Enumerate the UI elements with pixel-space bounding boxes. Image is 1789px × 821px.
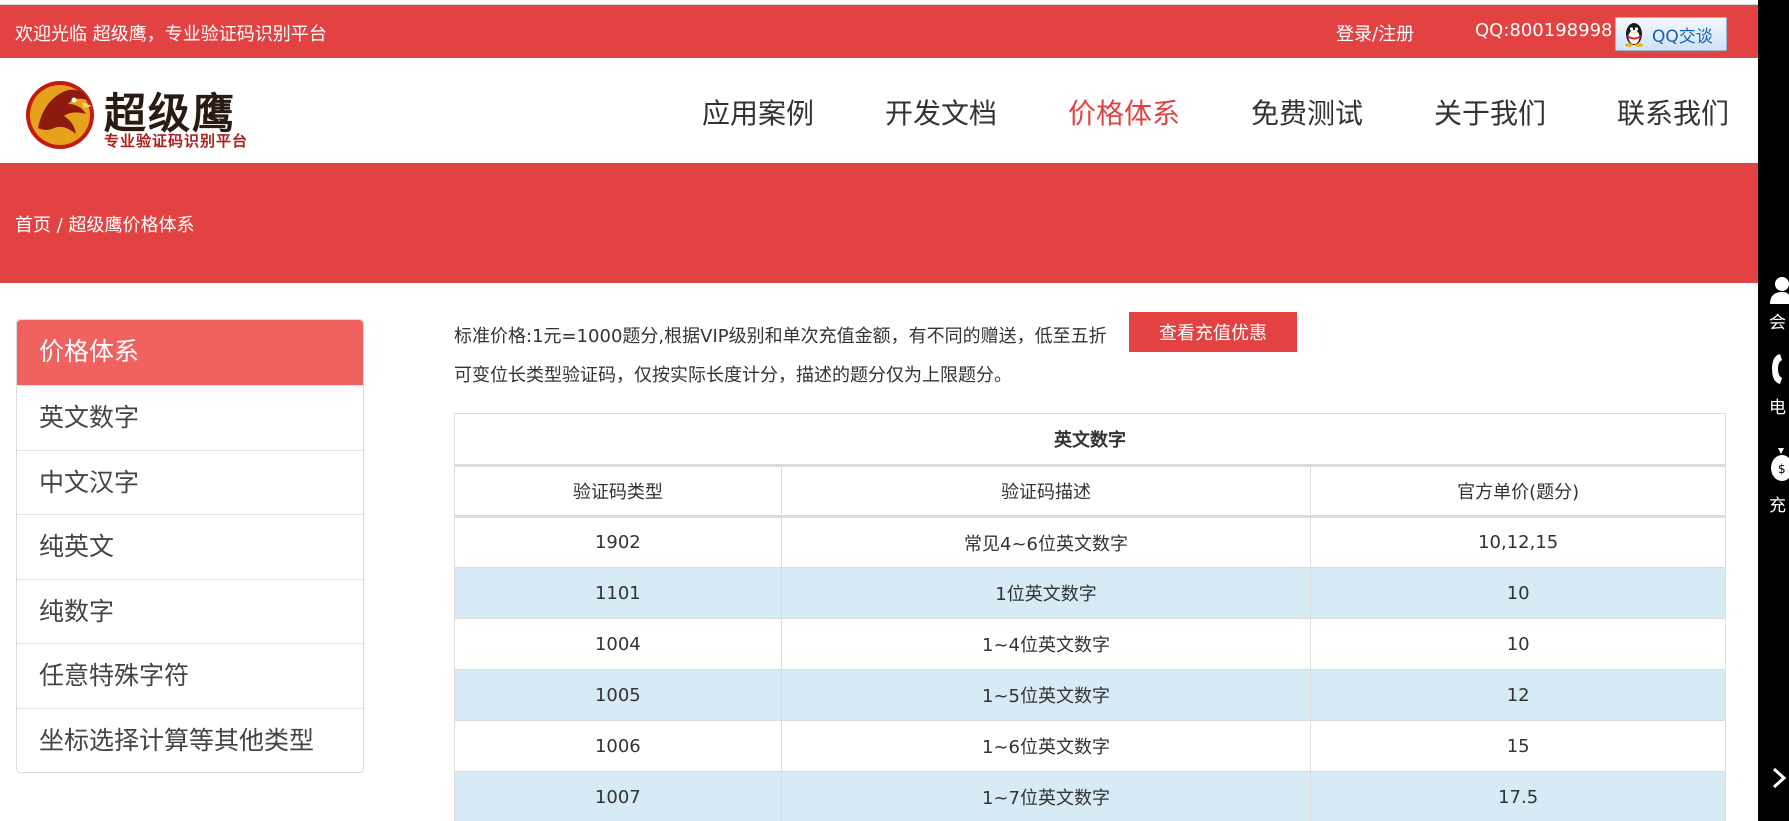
sidebar-item-english[interactable]: 纯英文 <box>17 514 363 579</box>
sidebar-item-special-chars[interactable]: 任意特殊字符 <box>17 643 363 708</box>
cell-type: 1007 <box>454 771 782 821</box>
phone-icon[interactable] <box>1768 352 1789 386</box>
table-row: 1005 1~5位英文数字 12 <box>454 669 1726 721</box>
pricing-note-text: 可变位长类型验证码，仅按实际长度计分，描述的题分仅为上限题分。 <box>454 365 1012 386</box>
sidebar-header[interactable]: 价格体系 <box>17 320 363 385</box>
table-title-row: 英文数字 <box>454 413 1726 466</box>
cell-price: 10 <box>1310 618 1726 670</box>
qq-number: QQ:800198998 <box>1475 20 1613 41</box>
sidebar-item-alphanumeric[interactable]: 英文数字 <box>17 385 363 450</box>
cell-price: 12 <box>1310 669 1726 721</box>
dock-label-recharge[interactable]: 充 <box>1769 491 1786 516</box>
cell-description: 1~5位英文数字 <box>780 669 1312 721</box>
pricing-sidebar: 价格体系 英文数字 中文汉字 纯英文 纯数字 任意特殊字符 坐标选择计算等其他类… <box>16 319 364 773</box>
cell-type: 1101 <box>454 567 782 619</box>
table-header-row: 验证码类型 验证码描述 官方单价(题分) <box>454 464 1726 518</box>
nav-item-pricing[interactable]: 价格体系 <box>1068 92 1180 132</box>
logo-slogan-text: 专业验证码识别平台 <box>104 132 249 150</box>
column-header-description: 验证码描述 <box>780 464 1312 518</box>
table-row: 1902 常见4~6位英文数字 10,12,15 <box>454 516 1726 568</box>
column-header-type: 验证码类型 <box>454 464 782 518</box>
nav-item-free-test[interactable]: 免费测试 <box>1251 92 1363 132</box>
svg-text:$: $ <box>1778 462 1786 476</box>
cell-price: 10,12,15 <box>1310 516 1726 568</box>
price-table: 英文数字 验证码类型 验证码描述 官方单价(题分) 1902 常见4~6位英文数… <box>454 413 1726 821</box>
qq-chat-label: QQ交谈 <box>1652 26 1713 47</box>
nav-item-about[interactable]: 关于我们 <box>1434 92 1546 132</box>
nav-item-docs[interactable]: 开发文档 <box>885 92 997 132</box>
sidebar-item-chinese[interactable]: 中文汉字 <box>17 449 363 515</box>
cell-description: 1~6位英文数字 <box>780 720 1312 772</box>
user-icon[interactable] <box>1768 276 1789 304</box>
breadcrumb[interactable]: 首页 / 超级鹰价格体系 <box>15 211 195 237</box>
dock-label-phone[interactable]: 电 <box>1769 393 1786 418</box>
main-nav: 应用案例 开发文档 价格体系 免费测试 关于我们 联系我们 <box>0 92 1758 132</box>
sidebar-item-digits[interactable]: 纯数字 <box>17 578 363 644</box>
login-register-link[interactable]: 登录/注册 <box>1336 20 1414 46</box>
table-row: 1006 1~6位英文数字 15 <box>454 720 1726 772</box>
nav-item-contact[interactable]: 联系我们 <box>1617 92 1729 132</box>
cell-description: 1~7位英文数字 <box>780 771 1312 821</box>
pricing-intro-text: 标准价格:1元=1000题分,根据VIP级别和单次充值金额，有不同的赠送，低至五… <box>454 326 1107 347</box>
cell-description: 1~4位英文数字 <box>780 618 1312 670</box>
top-bar: 欢迎光临 超级鹰，专业验证码识别平台 登录/注册 QQ:800198998 QQ… <box>0 4 1758 58</box>
cell-price: 10 <box>1310 567 1726 619</box>
dock-label-member[interactable]: 会 <box>1769 308 1786 333</box>
cell-type: 1902 <box>454 516 782 568</box>
cell-type: 1004 <box>454 618 782 670</box>
qq-penguin-icon <box>1625 23 1643 47</box>
cell-description: 1位英文数字 <box>780 567 1312 619</box>
floating-dock: 会 电 $ 充 <box>1758 0 1789 821</box>
qq-chat-button[interactable]: QQ交谈 <box>1615 17 1727 51</box>
table-row: 1004 1~4位英文数字 10 <box>454 618 1726 670</box>
table-title: 英文数字 <box>454 413 1726 466</box>
page-banner: 首页 / 超级鹰价格体系 <box>0 163 1758 283</box>
sidebar-item-coordinate-other[interactable]: 坐标选择计算等其他类型 <box>17 707 363 773</box>
page: 欢迎光临 超级鹰，专业验证码识别平台 登录/注册 QQ:800198998 QQ… <box>0 0 1758 821</box>
table-row: 1101 1位英文数字 10 <box>454 567 1726 619</box>
money-bag-icon[interactable]: $ <box>1768 444 1789 482</box>
cell-description: 常见4~6位英文数字 <box>780 516 1312 568</box>
cell-type: 1006 <box>454 720 782 772</box>
chevron-right-icon[interactable] <box>1768 766 1789 790</box>
view-recharge-offers-button[interactable]: 查看充值优惠 <box>1129 312 1297 352</box>
cell-type: 1005 <box>454 669 782 721</box>
nav-item-cases[interactable]: 应用案例 <box>702 92 814 132</box>
cell-price: 17.5 <box>1310 771 1726 821</box>
site-header: 超级鹰 专业验证码识别平台 应用案例 开发文档 价格体系 免费测试 关于我们 联… <box>0 58 1758 163</box>
cell-price: 15 <box>1310 720 1726 772</box>
welcome-text: 欢迎光临 超级鹰，专业验证码识别平台 <box>15 24 327 45</box>
table-row: 1007 1~7位英文数字 17.5 <box>454 771 1726 821</box>
column-header-price: 官方单价(题分) <box>1310 464 1726 518</box>
